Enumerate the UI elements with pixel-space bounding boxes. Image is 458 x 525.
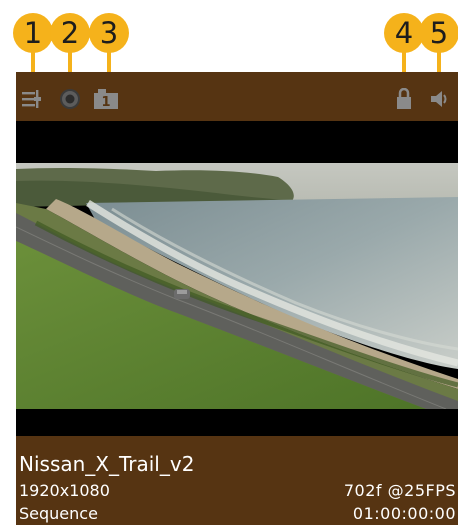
clip-card[interactable]: 1 Nissan_X_Trail_v2 1920x1080 702f @25FP… (16, 72, 458, 525)
clip-toolbar: 1 (16, 72, 458, 120)
clip-thumbnail-viewer[interactable] (16, 121, 458, 436)
record-disc-icon[interactable] (59, 88, 81, 110)
clip-resolution: 1920x1080 (19, 481, 110, 500)
layer-count-badge: 1 (101, 95, 110, 110)
callout-1: 1 (13, 13, 53, 77)
clip-timecode: 01:00:00:00 (352, 504, 456, 523)
lock-icon[interactable] (396, 88, 412, 110)
speaker-icon[interactable] (430, 88, 450, 110)
callout-2: 2 (50, 13, 90, 77)
clip-type: Sequence (19, 504, 98, 523)
clip-thumbnail-image (16, 163, 458, 409)
callout-5: 5 (419, 13, 458, 77)
callout-3: 3 (89, 13, 129, 77)
list-settings-icon[interactable] (21, 88, 43, 110)
clip-metadata: Nissan_X_Trail_v2 1920x1080 702f @25FPS … (16, 450, 458, 525)
layer-count-icon[interactable]: 1 (93, 88, 119, 110)
clip-name[interactable]: Nissan_X_Trail_v2 (19, 452, 194, 476)
clip-frames-fps: 702f @25FPS (343, 481, 456, 500)
clip-card-annotated: 1 2 3 4 5 1 Nissan_X_Trail_v2 1920x1080 … (0, 0, 458, 525)
callout-4: 4 (384, 13, 424, 77)
